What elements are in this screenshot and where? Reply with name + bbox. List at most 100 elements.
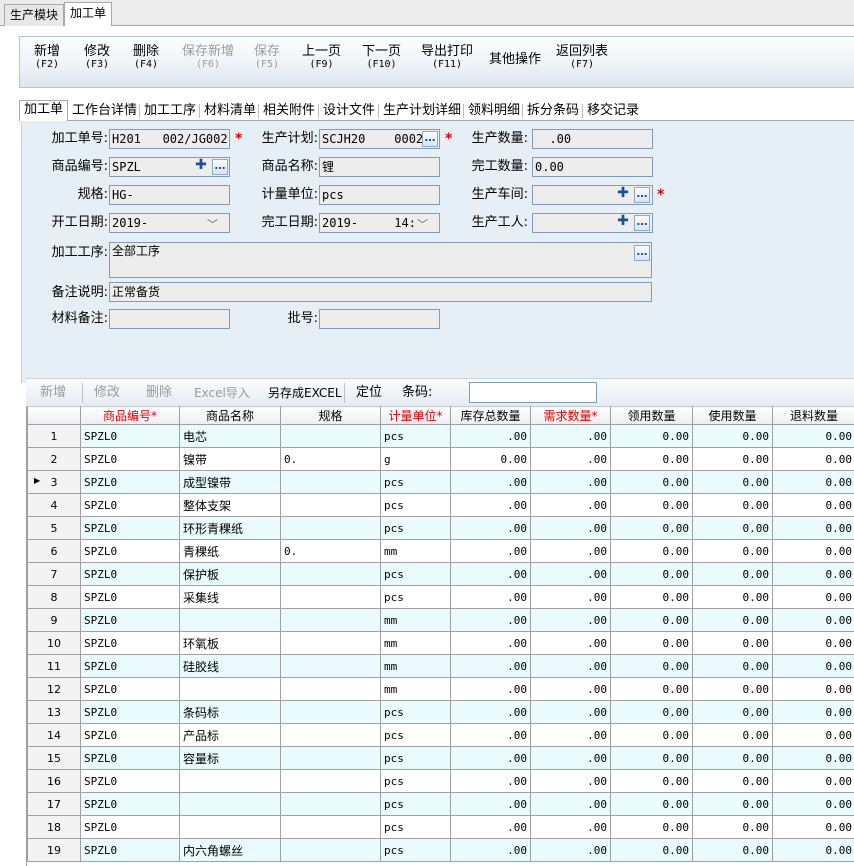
cell-name[interactable]: 硅胶线 <box>179 654 281 678</box>
cell-returned[interactable]: 0.00 <box>772 631 854 655</box>
column-header[interactable] <box>27 406 81 425</box>
cell-used-out[interactable]: 0.00 <box>610 769 693 793</box>
cell-name[interactable]: 电芯 <box>179 424 281 448</box>
column-header[interactable]: 退料数量 <box>772 406 854 425</box>
cell-stock[interactable]: .00 <box>450 723 531 747</box>
cell-spec[interactable] <box>280 493 381 517</box>
cell-used[interactable]: 0.00 <box>692 723 773 747</box>
cell-returned[interactable]: 0.00 <box>772 815 854 839</box>
cell-used[interactable]: 0.00 <box>692 700 773 724</box>
cell-spec[interactable] <box>280 608 381 632</box>
tab-split-barcode[interactable]: 拆分条码 <box>525 102 581 121</box>
cell-spec[interactable] <box>280 654 381 678</box>
cell-code[interactable]: SPZL0 <box>80 792 180 816</box>
cell-code[interactable]: SPZL0 <box>80 539 180 563</box>
cell-code[interactable]: SPZL0 <box>80 608 180 632</box>
new-button[interactable]: 新增 (F2) <box>34 45 60 70</box>
column-header[interactable]: 使用数量 <box>692 406 773 425</box>
cell-used[interactable]: 0.00 <box>692 516 773 540</box>
cell-need[interactable]: .00 <box>530 677 611 701</box>
tab-picking-detail[interactable]: 领料明细 <box>466 102 522 121</box>
cell-unit[interactable]: pcs <box>380 746 451 770</box>
cell-stock[interactable]: .00 <box>450 539 531 563</box>
cell-used[interactable]: 0.00 <box>692 815 773 839</box>
cell-stock[interactable]: .00 <box>450 631 531 655</box>
cell-unit[interactable]: pcs <box>380 838 451 862</box>
cell-returned[interactable]: 0.00 <box>772 585 854 609</box>
tab-workbench-detail[interactable]: 工作台详情 <box>70 102 139 121</box>
cell-used-out[interactable]: 0.00 <box>610 585 693 609</box>
cell-stock[interactable]: .00 <box>450 746 531 770</box>
column-header[interactable]: 领用数量 <box>610 406 693 425</box>
cell-unit[interactable]: mm <box>380 677 451 701</box>
delete-button[interactable]: 删除 (F4) <box>133 45 159 70</box>
cell-stock[interactable]: .00 <box>450 493 531 517</box>
cell-used-out[interactable]: 0.00 <box>610 493 693 517</box>
cell-used-out[interactable]: 0.00 <box>610 562 693 586</box>
cell-code[interactable]: SPZL0 <box>80 723 180 747</box>
cell-unit[interactable]: mm <box>380 608 451 632</box>
cell-unit[interactable]: g <box>380 447 451 471</box>
process-field[interactable]: 全部工序 <box>109 242 652 278</box>
cell-used-out[interactable]: 0.00 <box>610 631 693 655</box>
cell-returned[interactable]: 0.00 <box>772 746 854 770</box>
product-name-field[interactable]: 锂 <box>319 157 440 177</box>
save-new-button[interactable]: 保存新增 (F6) <box>182 45 234 70</box>
cell-need[interactable]: .00 <box>530 493 611 517</box>
cell-name[interactable]: 环形青稞纸 <box>179 516 281 540</box>
next-page-button[interactable]: 下一页 (F10) <box>362 45 401 70</box>
cell-used-out[interactable]: 0.00 <box>610 746 693 770</box>
ellipsis-icon[interactable]: … <box>422 131 438 147</box>
cell-code[interactable]: SPZL0 <box>80 654 180 678</box>
cell-returned[interactable]: 0.00 <box>772 838 854 862</box>
order-no-field[interactable]: H201 002/JG002 <box>109 129 230 149</box>
cell-returned[interactable]: 0.00 <box>772 539 854 563</box>
ellipsis-icon[interactable]: … <box>634 245 650 261</box>
table-row[interactable]: 17 SPZL0 pcs .00.00 0.00 0.00 0.00 <box>27 792 854 816</box>
cell-used[interactable]: 0.00 <box>692 677 773 701</box>
chevron-down-icon[interactable]: ﹀ <box>207 216 218 232</box>
tab-transfer-records[interactable]: 移交记录 <box>585 102 641 121</box>
cell-used-out[interactable]: 0.00 <box>610 677 693 701</box>
table-row[interactable]: 14 SPZL0 产品标 pcs .00.00 0.00 0.00 0.00 <box>27 723 854 747</box>
tab-process[interactable]: 加工工序 <box>142 102 198 121</box>
cell-spec[interactable] <box>280 677 381 701</box>
cell-spec[interactable] <box>280 838 381 862</box>
table-row[interactable]: ▶ 3 SPZL0 成型镍带 pcs .00.00 0.00 0.00 0.00 <box>27 470 854 494</box>
cell-name[interactable] <box>179 608 281 632</box>
cell-returned[interactable]: 0.00 <box>772 424 854 448</box>
cell-need[interactable]: .00 <box>530 746 611 770</box>
cell-name[interactable]: 成型镍带 <box>179 470 281 494</box>
cell-unit[interactable]: pcs <box>380 585 451 609</box>
tab-work-order[interactable]: 加工单 <box>19 100 69 122</box>
cell-name[interactable]: 保护板 <box>179 562 281 586</box>
cell-used-out[interactable]: 0.00 <box>610 792 693 816</box>
chevron-down-icon[interactable]: ﹀ <box>417 216 428 232</box>
cell-returned[interactable]: 0.00 <box>772 654 854 678</box>
cell-code[interactable]: SPZL0 <box>80 424 180 448</box>
table-row[interactable]: 5 SPZL0 环形青稞纸 pcs .00.00 0.00 0.00 0.00 <box>27 516 854 540</box>
cell-used-out[interactable]: 0.00 <box>610 723 693 747</box>
cell-used[interactable]: 0.00 <box>692 493 773 517</box>
cell-name[interactable]: 产品标 <box>179 723 281 747</box>
cell-need[interactable]: .00 <box>530 470 611 494</box>
cell-name[interactable] <box>179 769 281 793</box>
module-tab-production[interactable]: 生产模块 <box>4 4 65 26</box>
cell-name[interactable]: 镍带 <box>179 447 281 471</box>
cell-spec[interactable] <box>280 792 381 816</box>
cell-returned[interactable]: 0.00 <box>772 470 854 494</box>
table-row[interactable]: 6 SPZL0 青稞纸 0. mm .00.00 0.00 0.00 0.00 <box>27 539 854 563</box>
table-row[interactable]: 8 SPZL0 采集线 pcs .00.00 0.00 0.00 0.00 <box>27 585 854 609</box>
plus-icon[interactable]: ✚ <box>193 158 209 175</box>
cell-need[interactable]: .00 <box>530 516 611 540</box>
cell-code[interactable]: SPZL0 <box>80 677 180 701</box>
cell-spec[interactable]: 0. <box>280 447 381 471</box>
table-row[interactable]: 2 SPZL0 镍带 0. g 0.00.00 0.00 0.00 0.00 <box>27 447 854 471</box>
cell-used-out[interactable]: 0.00 <box>610 838 693 862</box>
cell-stock[interactable]: .00 <box>450 516 531 540</box>
cell-name[interactable]: 内六角螺丝 <box>179 838 281 862</box>
cell-used-out[interactable]: 0.00 <box>610 447 693 471</box>
cell-unit[interactable]: pcs <box>380 424 451 448</box>
cell-unit[interactable]: pcs <box>380 700 451 724</box>
column-header[interactable]: 库存总数量 <box>450 406 531 425</box>
